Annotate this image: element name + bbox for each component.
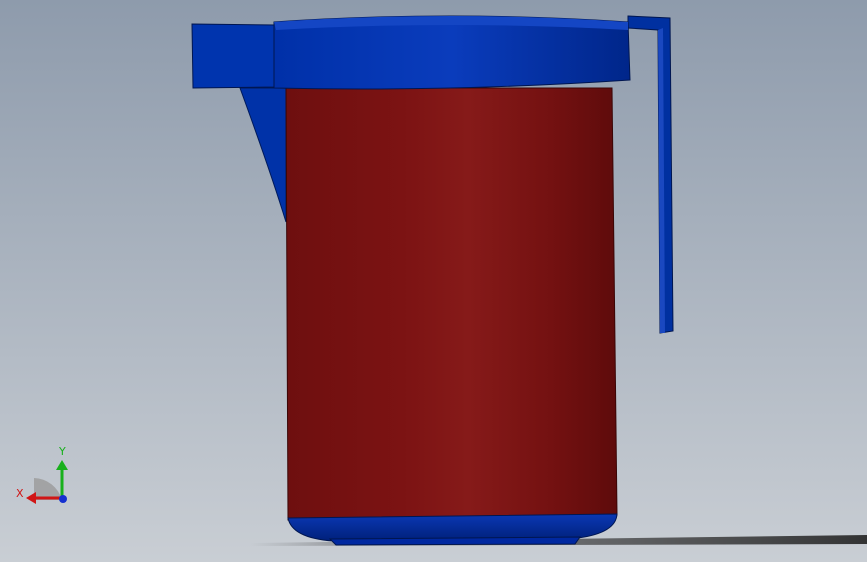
pitcher-body[interactable] (285, 87, 618, 521)
pitcher-foot-ring (328, 536, 581, 546)
3d-model-view[interactable]: Y X (0, 0, 867, 562)
triad-z-axis (59, 495, 67, 503)
graphics-viewport[interactable]: Y X (0, 0, 867, 562)
triad-x-label: X (16, 487, 24, 500)
lid-spout-cover[interactable] (191, 23, 276, 89)
triad-y-label: Y (58, 445, 66, 458)
